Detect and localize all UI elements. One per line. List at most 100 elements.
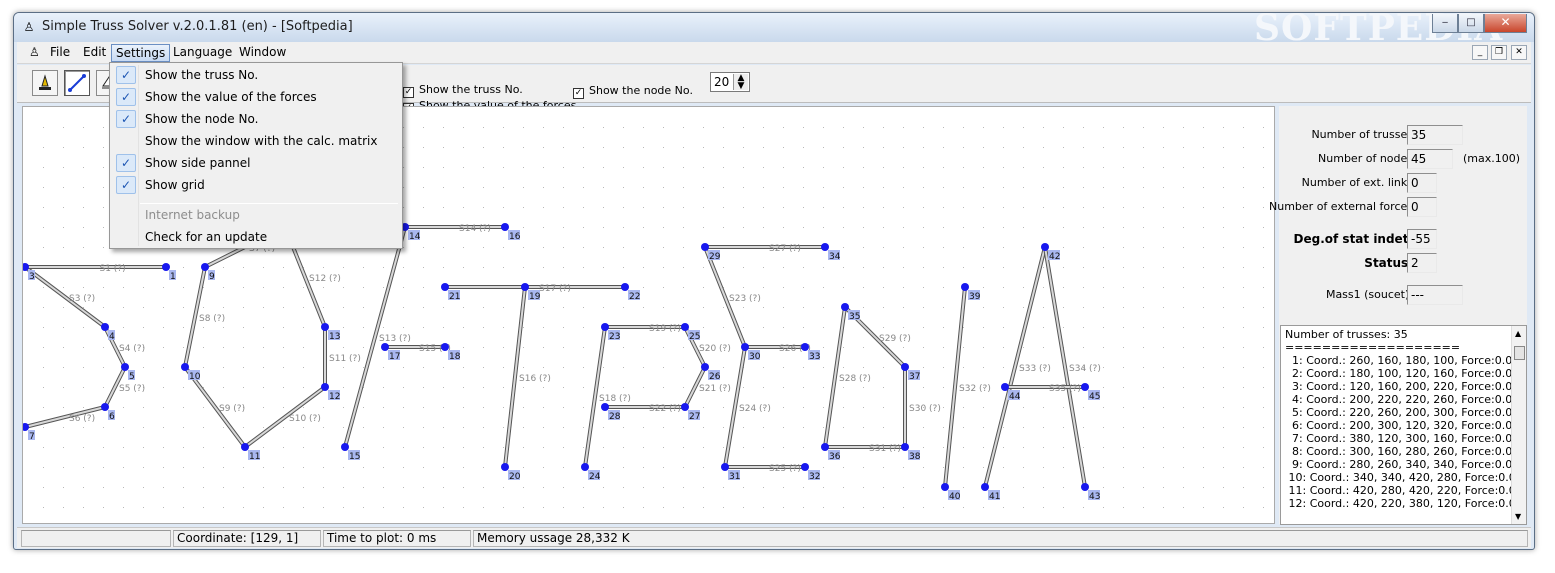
- settings-menu-item-7[interactable]: Internet backup: [112, 204, 400, 226]
- node-point-22[interactable]: [621, 283, 629, 291]
- scroll-down-icon[interactable]: ▼: [1515, 512, 1521, 521]
- toolbar-show-node-no-checkbox[interactable]: ✓ Show the node No.: [573, 84, 693, 99]
- grid-dot: [743, 267, 744, 268]
- node-point-15[interactable]: [341, 443, 349, 451]
- title-bar[interactable]: ♙ Simple Truss Solver v.2.0.1.81 (en) - …: [14, 13, 1534, 49]
- node-point-34[interactable]: [821, 243, 829, 251]
- node-point-16[interactable]: [501, 223, 509, 231]
- node-point-19[interactable]: [521, 283, 529, 291]
- grid-dot: [943, 247, 944, 248]
- grid-dot: [423, 407, 424, 408]
- node-tool-button[interactable]: [32, 70, 58, 96]
- settings-menu-item-5[interactable]: Show side pannel ✓: [112, 152, 400, 174]
- grid-dot: [443, 127, 444, 128]
- grid-dot: [903, 147, 904, 148]
- node-point-20[interactable]: [501, 463, 509, 471]
- grid-dot: [1103, 447, 1104, 448]
- grid-dot: [203, 427, 204, 428]
- node-point-45[interactable]: [1081, 383, 1089, 391]
- grid-dot: [63, 207, 64, 208]
- node-point-9[interactable]: [201, 263, 209, 271]
- node-point-28[interactable]: [601, 403, 609, 411]
- scroll-up-icon[interactable]: ▲: [1515, 329, 1521, 338]
- node-point-27[interactable]: [681, 403, 689, 411]
- settings-menu-item-2[interactable]: Show the value of the forces ✓: [112, 86, 400, 108]
- grid-dot: [1183, 247, 1184, 248]
- node-point-23[interactable]: [601, 323, 609, 331]
- node-point-6[interactable]: [101, 403, 109, 411]
- scroll-thumb[interactable]: [1514, 346, 1525, 360]
- node-point-10[interactable]: [181, 363, 189, 371]
- node-point-30[interactable]: [741, 343, 749, 351]
- spinner-arrows-icon[interactable]: ▲ ▼: [733, 74, 748, 91]
- node-point-4[interactable]: [101, 323, 109, 331]
- node-point-39[interactable]: [961, 283, 969, 291]
- grid-dot: [963, 467, 964, 468]
- node-point-17[interactable]: [381, 343, 389, 351]
- maximize-button[interactable]: □: [1458, 14, 1484, 33]
- menu-file[interactable]: File: [46, 44, 74, 62]
- close-button[interactable]: ✕: [1484, 14, 1527, 33]
- node-point-5[interactable]: [121, 363, 129, 371]
- grid-size-spinner[interactable]: 20 ▲ ▼: [710, 72, 750, 92]
- grid-dot: [843, 207, 844, 208]
- node-point-33[interactable]: [801, 343, 809, 351]
- grid-dot: [783, 267, 784, 268]
- node-point-29[interactable]: [701, 243, 709, 251]
- node-point-37[interactable]: [901, 363, 909, 371]
- grid-dot: [443, 307, 444, 308]
- node-label: 21: [449, 292, 460, 302]
- node-point-1[interactable]: [162, 263, 170, 271]
- grid-dot: [303, 447, 304, 448]
- node-point-12[interactable]: [321, 383, 329, 391]
- node-point-26[interactable]: [701, 363, 709, 371]
- mdi-restore-button[interactable]: ❐: [1491, 45, 1507, 60]
- settings-menu-item-1[interactable]: Show the truss No. ✓: [112, 64, 400, 86]
- node-point-35[interactable]: [841, 303, 849, 311]
- node-point-13[interactable]: [321, 323, 329, 331]
- settings-menu-item-3[interactable]: Show the node No. ✓: [112, 108, 400, 130]
- node-point-11[interactable]: [241, 443, 249, 451]
- truss-log-list[interactable]: Number of trusses: 35 ===================…: [1280, 325, 1527, 525]
- menu-settings[interactable]: Settings: [111, 44, 171, 62]
- log-scrollbar[interactable]: ▲ ▼: [1511, 326, 1526, 524]
- node-point-21[interactable]: [441, 283, 449, 291]
- node-point-31[interactable]: [721, 463, 729, 471]
- truss-tool-button[interactable]: [64, 70, 90, 96]
- node-point-36[interactable]: [821, 443, 829, 451]
- grid-dot: [583, 167, 584, 168]
- node-point-44[interactable]: [1001, 383, 1009, 391]
- grid-dot: [1123, 227, 1124, 228]
- settings-menu-item-6[interactable]: Show grid ✓: [112, 174, 400, 196]
- toolbar-show-truss-no-checkbox[interactable]: ✓ Show the truss No.: [403, 83, 523, 98]
- node-point-41[interactable]: [981, 483, 989, 491]
- grid-dot: [743, 287, 744, 288]
- mdi-minimize-button[interactable]: _: [1472, 45, 1488, 60]
- mdi-close-button[interactable]: ✕: [1511, 45, 1527, 60]
- settings-menu-item-4[interactable]: Show the window with the calc. matrix: [112, 130, 400, 152]
- node-point-25[interactable]: [681, 323, 689, 331]
- grid-dot: [203, 367, 204, 368]
- grid-dot: [463, 307, 464, 308]
- grid-dot: [263, 307, 264, 308]
- grid-dot: [983, 347, 984, 348]
- menu-window[interactable]: Window: [235, 44, 290, 62]
- menu-language[interactable]: Language: [169, 44, 236, 62]
- grid-dot: [1163, 467, 1164, 468]
- node-point-32[interactable]: [801, 463, 809, 471]
- grid-dot: [1143, 407, 1144, 408]
- grid-dot: [943, 367, 944, 368]
- grid-dot: [63, 287, 64, 288]
- minimize-button[interactable]: ‒: [1432, 14, 1458, 33]
- mdi-tower-icon[interactable]: ♙: [29, 45, 40, 59]
- node-point-24[interactable]: [581, 463, 589, 471]
- grid-dot: [663, 207, 664, 208]
- node-point-40[interactable]: [941, 483, 949, 491]
- node-point-18[interactable]: [441, 343, 449, 351]
- grid-dot: [1163, 147, 1164, 148]
- node-point-43[interactable]: [1081, 483, 1089, 491]
- settings-menu-item-8[interactable]: Check for an update: [112, 226, 400, 248]
- node-point-42[interactable]: [1041, 243, 1049, 251]
- menu-edit[interactable]: Edit: [79, 44, 110, 62]
- node-point-38[interactable]: [901, 443, 909, 451]
